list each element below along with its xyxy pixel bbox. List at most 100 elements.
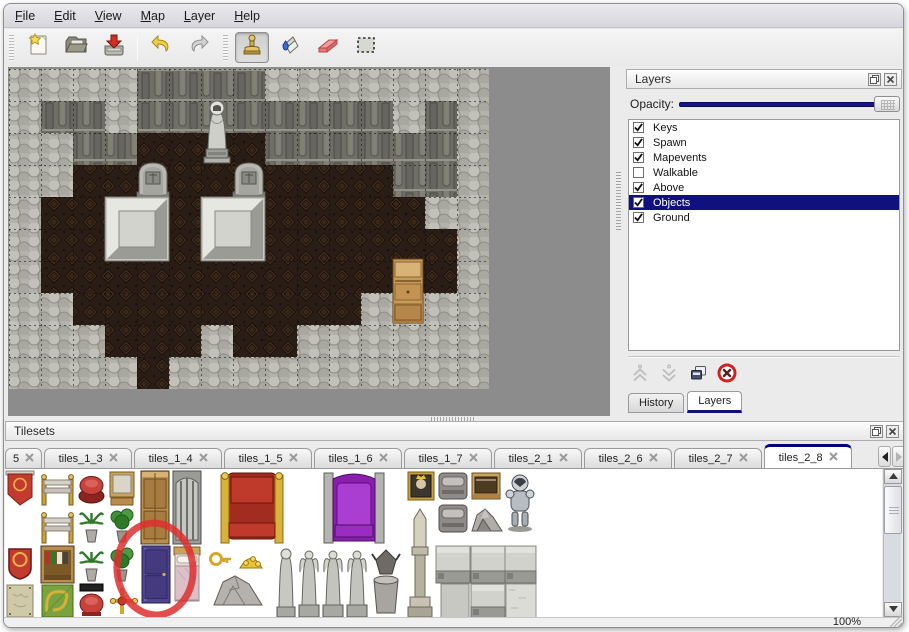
tileset-tile-knight-armor [506, 475, 534, 532]
float-panel-icon[interactable] [870, 425, 883, 438]
menu-map[interactable]: Map [141, 9, 165, 23]
layer-checkbox[interactable] [633, 152, 644, 163]
tab-close-icon[interactable] [469, 453, 478, 465]
tileset-tab-tiles_2_7[interactable]: tiles_2_7 [674, 448, 762, 469]
tileset-content[interactable] [5, 469, 882, 617]
tab-close-icon[interactable] [739, 453, 748, 465]
layer-name: Objects [653, 197, 690, 209]
save-button[interactable] [97, 32, 131, 63]
tileset-scrollbar[interactable] [883, 469, 901, 617]
new-file-button[interactable] [21, 32, 55, 63]
tileset-tile-throne-red [221, 473, 283, 543]
toolbar-grip[interactable] [223, 35, 228, 61]
layer-name: Ground [653, 212, 690, 224]
map-tombstone [137, 163, 169, 197]
tab-close-icon[interactable] [649, 453, 658, 465]
menu-layer[interactable]: Layer [184, 9, 215, 23]
tab-close-icon[interactable] [379, 453, 388, 465]
screen: File Edit View Map Layer Help [0, 0, 909, 632]
map-viewport[interactable] [8, 67, 610, 416]
redo-button[interactable] [182, 32, 216, 63]
opacity-row: Opacity: [626, 95, 902, 113]
tileset-tile-portrait-king [408, 472, 434, 500]
tileset-tab-tiles_2_1[interactable]: tiles_2_1 [494, 448, 582, 469]
tileset-tile-angel-statue [323, 551, 343, 617]
tab-close-icon[interactable] [559, 453, 568, 465]
divider [628, 356, 900, 358]
tileset-tab-tiles_1_6[interactable]: tiles_1_6 [314, 448, 402, 469]
eraser-tool-icon [315, 32, 341, 63]
dock-tab-layers[interactable]: Layers [687, 391, 742, 413]
layer-row-ground[interactable]: Ground [629, 210, 899, 225]
tab-label: tiles_2_6 [599, 453, 643, 465]
menu-view[interactable]: View [95, 9, 122, 23]
fill-tool-button[interactable] [273, 32, 307, 63]
eraser-tool-button[interactable] [311, 32, 345, 63]
opacity-slider-track[interactable] [679, 102, 895, 107]
tileset-tab-tiles_1_4[interactable]: tiles_1_4 [134, 448, 222, 469]
layer-row-objects[interactable]: Objects [629, 195, 899, 210]
tileset-tab-tiles_2_8[interactable]: tiles_2_8 [764, 444, 852, 469]
save-import-icon [101, 32, 127, 63]
layer-checkbox[interactable] [633, 197, 644, 208]
scroll-up-button[interactable] [884, 469, 902, 484]
tab-close-icon[interactable] [289, 453, 298, 465]
layer-checkbox[interactable] [633, 137, 644, 148]
menu-help[interactable]: Help [234, 9, 260, 23]
menu-file[interactable]: File [15, 9, 35, 23]
tab-close-icon[interactable] [199, 453, 208, 465]
tab-scroll-right-button[interactable] [892, 446, 904, 467]
opacity-slider-handle[interactable] [874, 96, 900, 112]
tileset-tile-concrete-tile [436, 546, 470, 583]
menu-edit[interactable]: Edit [54, 9, 76, 23]
stamp-tool-button[interactable] [235, 32, 269, 63]
tileset-tab-tiles_2_6[interactable]: tiles_2_6 [584, 448, 672, 469]
splitter-grip[interactable] [616, 172, 621, 230]
tileset-tile-angel-statue [347, 551, 367, 617]
layer-row-walkable[interactable]: Walkable [629, 165, 899, 180]
layer-name: Above [653, 182, 684, 194]
duplicate-layer-button[interactable] [688, 363, 708, 383]
dock-tab-history[interactable]: History [628, 393, 684, 413]
raise-layer-button[interactable] [630, 363, 650, 383]
undo-icon [148, 32, 174, 63]
open-button[interactable] [59, 32, 93, 63]
undo-button[interactable] [144, 32, 178, 63]
layer-checkbox[interactable] [633, 182, 644, 193]
opacity-slider[interactable] [679, 95, 900, 113]
tileset-tile-dresser-mirror [110, 472, 134, 505]
delete-layer-button[interactable] [717, 363, 737, 383]
vertical-splitter[interactable] [610, 67, 626, 416]
tileset-tab-5[interactable]: 5 [5, 448, 42, 469]
layer-row-above[interactable]: Above [629, 180, 899, 195]
tileset-tab-tiles_1_5[interactable]: tiles_1_5 [224, 448, 312, 469]
select-tool-button[interactable] [349, 32, 383, 63]
layer-checkbox[interactable] [633, 167, 644, 178]
tileset-tile-bookshelf [41, 546, 74, 583]
tileset-tile-stone-slab [439, 473, 467, 499]
toolbar-grip[interactable] [9, 35, 14, 61]
tileset-tile-concrete-tile [505, 546, 536, 583]
layer-row-mapevents[interactable]: Mapevents [629, 150, 899, 165]
layer-row-keys[interactable]: Keys [629, 120, 899, 135]
tileset-tile-parchment [7, 585, 33, 617]
tab-label: tiles_1_7 [419, 453, 463, 465]
tileset-tile-rubble [472, 509, 502, 531]
tileset-tab-tiles_1_3[interactable]: tiles_1_3 [44, 448, 132, 469]
layer-row-spawn[interactable]: Spawn [629, 135, 899, 150]
resize-grip-icon[interactable] [889, 614, 903, 628]
tab-scroll-left-button[interactable] [878, 446, 891, 467]
close-panel-icon[interactable] [886, 425, 899, 438]
tab-close-icon[interactable] [25, 453, 34, 465]
scrollbar-handle[interactable] [884, 486, 902, 534]
close-panel-icon[interactable] [884, 73, 897, 86]
layer-checkbox[interactable] [633, 212, 644, 223]
lower-layer-button[interactable] [659, 363, 679, 383]
tab-close-icon[interactable] [829, 452, 838, 464]
layer-checkbox[interactable] [633, 122, 644, 133]
tileset-tab-tiles_1_7[interactable]: tiles_1_7 [404, 448, 492, 469]
tab-close-icon[interactable] [109, 453, 118, 465]
map-canvas[interactable] [9, 69, 489, 394]
layer-list[interactable]: KeysSpawnMapeventsWalkable Above Objects Gr… [628, 119, 900, 351]
float-panel-icon[interactable] [868, 73, 881, 86]
